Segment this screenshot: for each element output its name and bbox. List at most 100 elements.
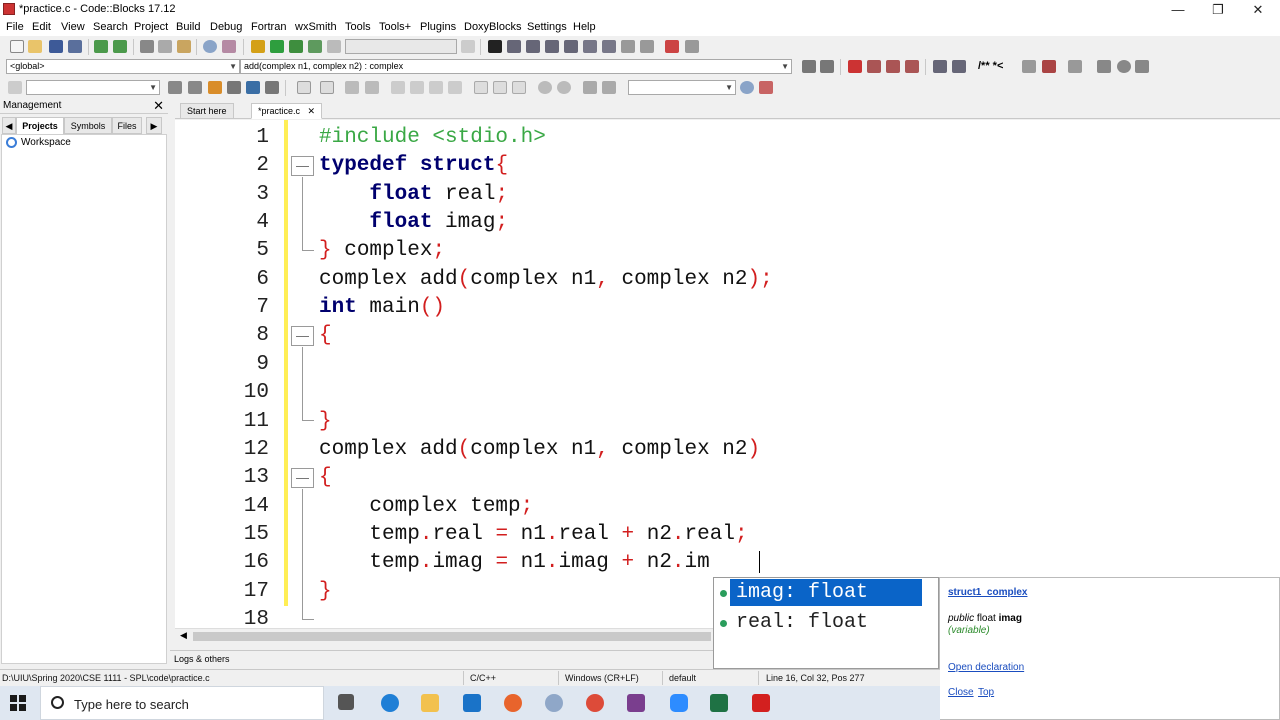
logs-panel-header[interactable]: Logs & others xyxy=(170,650,713,667)
menu-help[interactable]: Help xyxy=(573,21,596,33)
code-editor[interactable]: 1 2 3 4 5 6 7 8 9 10 11 12 13 14 15 16 17 18 #include <st… xyxy=(175,120,1280,630)
step-into-instruction-icon[interactable] xyxy=(602,40,616,53)
horizontal-scrollbar[interactable]: ◀ xyxy=(175,628,713,643)
tab-practice-c[interactable]: *practice.c ✕ xyxy=(251,103,323,119)
search-options-icon[interactable] xyxy=(759,81,773,94)
target-dialog-icon[interactable] xyxy=(461,40,475,53)
close-link[interactable]: Close xyxy=(948,687,974,698)
next-bookmark-icon[interactable] xyxy=(886,60,900,73)
menu-fortran[interactable]: Fortran xyxy=(251,21,286,33)
search-target-select[interactable]: ▼ xyxy=(26,80,160,95)
clear-bookmarks-icon[interactable] xyxy=(905,60,919,73)
open-file-icon[interactable] xyxy=(28,40,42,53)
workspace-node[interactable]: Workspace xyxy=(6,137,71,148)
menu-file[interactable]: File xyxy=(6,21,24,33)
debug-windows-icon[interactable] xyxy=(665,40,679,53)
text-icon[interactable] xyxy=(365,81,379,94)
extract-docs-icon[interactable] xyxy=(952,60,966,73)
last-icon[interactable] xyxy=(1135,60,1149,73)
step-into-icon[interactable] xyxy=(545,40,559,53)
rename-icon[interactable] xyxy=(246,81,260,94)
build-and-run-icon[interactable] xyxy=(289,40,303,53)
zoom-out-icon[interactable] xyxy=(557,81,571,94)
chrome-icon[interactable] xyxy=(586,694,604,712)
menu-search[interactable]: Search xyxy=(93,21,128,33)
forward-icon[interactable] xyxy=(188,81,202,94)
frame-icon[interactable] xyxy=(474,81,488,94)
menu-settings[interactable]: Settings xyxy=(527,21,567,33)
next-instruction-icon[interactable] xyxy=(583,40,597,53)
menu-doxyblocks[interactable]: DoxyBlocks xyxy=(464,21,521,33)
tab-start-here[interactable]: Start here xyxy=(180,103,234,119)
top-link[interactable]: Top xyxy=(978,687,994,698)
r-app-icon[interactable] xyxy=(545,694,563,712)
window-icon[interactable] xyxy=(297,81,311,94)
maximize-button[interactable]: ❐ xyxy=(1198,0,1238,19)
rebuild-icon[interactable] xyxy=(308,40,322,53)
search-icon[interactable] xyxy=(740,81,754,94)
prev-bookmark-icon[interactable] xyxy=(867,60,881,73)
run-icon[interactable] xyxy=(270,40,284,53)
frame3-icon[interactable] xyxy=(512,81,526,94)
new-file-icon[interactable] xyxy=(10,40,24,53)
tab-symbols[interactable]: Symbols xyxy=(64,117,112,134)
run-to-cursor-icon[interactable] xyxy=(507,40,521,53)
mail-icon[interactable] xyxy=(463,694,481,712)
goto-icon[interactable] xyxy=(265,81,279,94)
menu-build[interactable]: Build xyxy=(176,21,200,33)
winrar-icon[interactable] xyxy=(627,694,645,712)
firefox-icon[interactable] xyxy=(504,694,522,712)
insert-comment-button[interactable]: /** *< xyxy=(978,60,1003,72)
back-icon[interactable] xyxy=(168,81,182,94)
cut-icon[interactable] xyxy=(140,40,154,53)
menu-plugins[interactable]: Plugins xyxy=(420,21,456,33)
scroll-left-icon[interactable]: ◀ xyxy=(180,630,187,641)
task-view-icon[interactable] xyxy=(338,694,354,710)
menu-view[interactable]: View xyxy=(61,21,85,33)
save-all-icon[interactable] xyxy=(68,40,82,53)
tab-projects[interactable]: Projects xyxy=(16,117,64,134)
zoom-in-icon[interactable] xyxy=(538,81,552,94)
menu-wxsmith[interactable]: wxSmith xyxy=(295,21,337,33)
highlight-icon[interactable] xyxy=(208,81,222,94)
select-icon[interactable] xyxy=(227,81,241,94)
scrollbar-thumb[interactable] xyxy=(193,632,711,641)
windows-start-icon[interactable] xyxy=(10,695,26,711)
minimize-button[interactable]: — xyxy=(1158,0,1198,19)
redo-icon[interactable] xyxy=(113,40,127,53)
edge-icon[interactable] xyxy=(381,694,399,712)
find-icon[interactable] xyxy=(203,40,217,53)
menu-project[interactable]: Project xyxy=(134,21,168,33)
paste-icon[interactable] xyxy=(177,40,191,53)
align-justify-icon[interactable] xyxy=(448,81,462,94)
zoom-icon[interactable] xyxy=(670,694,688,712)
debug-info-icon[interactable] xyxy=(685,40,699,53)
stop-debug-icon[interactable] xyxy=(640,40,654,53)
search-field-select[interactable]: ▼ xyxy=(628,80,736,95)
abort-icon[interactable] xyxy=(327,40,341,53)
tab-files[interactable]: Files xyxy=(112,117,142,134)
acrobat-icon[interactable] xyxy=(752,694,770,712)
wrench-icon[interactable] xyxy=(1068,60,1082,73)
save-icon[interactable] xyxy=(49,40,63,53)
close-window-button[interactable]: ✕ xyxy=(1238,0,1278,19)
align-center-icon[interactable] xyxy=(410,81,424,94)
layout-icon[interactable] xyxy=(320,81,334,94)
tab-close-icon[interactable]: ✕ xyxy=(308,106,316,116)
function-select[interactable]: add(complex n1, complex n2) : complex ▼ xyxy=(240,59,792,74)
build-target-select[interactable] xyxy=(345,39,457,54)
copy-icon[interactable] xyxy=(158,40,172,53)
debug-run-icon[interactable] xyxy=(488,40,502,53)
step-out-icon[interactable] xyxy=(564,40,578,53)
menu-debug[interactable]: Debug xyxy=(210,21,242,33)
management-close-button[interactable]: ✕ xyxy=(153,98,164,114)
menu-edit[interactable]: Edit xyxy=(32,21,51,33)
open-declaration-link[interactable]: Open declaration xyxy=(948,662,1024,673)
replace-icon[interactable] xyxy=(222,40,236,53)
first-icon[interactable] xyxy=(1097,60,1111,73)
autocomplete-item[interactable]: real: float xyxy=(730,609,922,636)
align-right-icon[interactable] xyxy=(429,81,443,94)
toggle-bookmark-icon[interactable] xyxy=(848,60,862,73)
build-messages-icon[interactable] xyxy=(8,81,22,94)
jump-back-icon[interactable] xyxy=(802,60,816,73)
